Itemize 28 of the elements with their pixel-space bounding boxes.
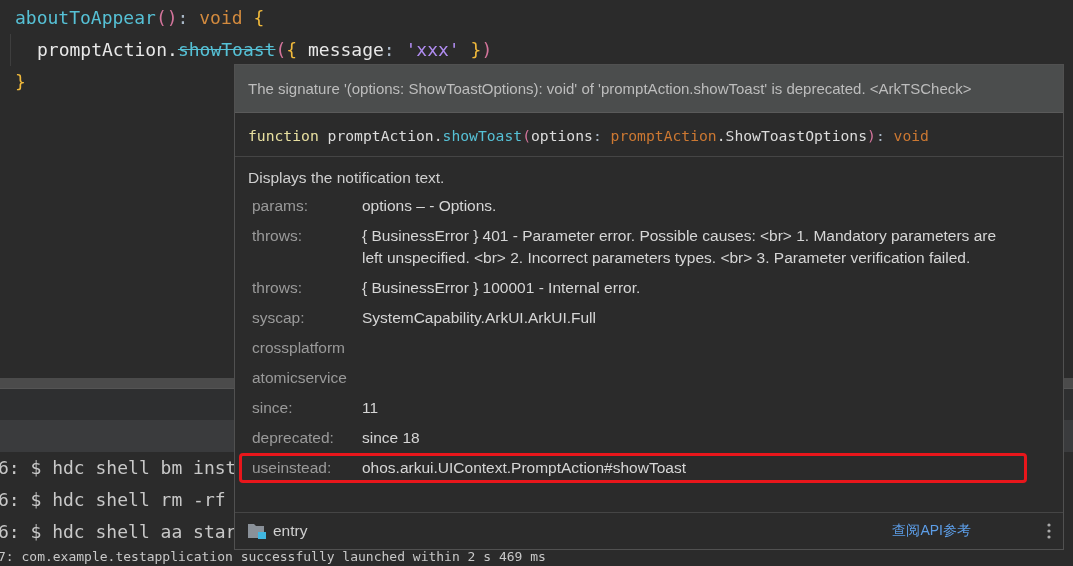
- field-label: params:: [252, 196, 309, 216]
- field-value: SystemCapability.ArkUI.ArkUI.Full: [362, 308, 597, 328]
- folder-icon: [247, 522, 267, 540]
- function-signature: function promptAction.showToast(options: promptAction.ShowToastOptions): void: [235, 113, 1063, 157]
- code-line: aboutToAppear(): void {: [14, 6, 265, 30]
- description: Displays the notification text.: [247, 168, 446, 188]
- module-name: entry: [273, 522, 308, 540]
- field-label: since:: [252, 398, 294, 418]
- field-label: atomicservice: [252, 368, 348, 388]
- field-label: throws:: [252, 226, 303, 246]
- code-line: }: [14, 70, 26, 94]
- terminal-line: 6: $ hdc shell rm -rf: [0, 488, 227, 512]
- field-label: crossplatform: [252, 338, 347, 358]
- field-label: throws:: [252, 278, 303, 298]
- field-label: useinstead:: [252, 458, 333, 478]
- deprecation-warning: The signature '(options: ShowToastOptions): void' of 'promptAction.showToast' is deprecated. <ArkTSCheck>: [235, 65, 1063, 113]
- field-value: options – - Options.: [362, 196, 498, 216]
- field-value: { BusinessError } 100001 - Internal error.: [362, 278, 642, 298]
- field-value: 11: [362, 398, 380, 418]
- field-value: { BusinessError } 401 - Parameter error. Possible causes: <br> 1. Mandatory parameters are left unspecified. <br> 2. Incorrect parameters types. <br> 3. Parameter verification failed.: [362, 226, 998, 268]
- more-options-icon[interactable]: [1047, 523, 1051, 539]
- terminal-line: 6: $ hdc shell bm inst: [0, 456, 232, 480]
- field-label: syscap:: [252, 308, 306, 328]
- field-label: deprecated:: [252, 428, 335, 448]
- field-value: since 18: [362, 428, 421, 448]
- field-value: ohos.arkui.UIContext.PromptAction#showToast: [362, 458, 687, 478]
- api-reference-link[interactable]: 查阅API参考: [892, 522, 971, 540]
- terminal-line: 6: $ hdc shell aa star: [0, 520, 232, 544]
